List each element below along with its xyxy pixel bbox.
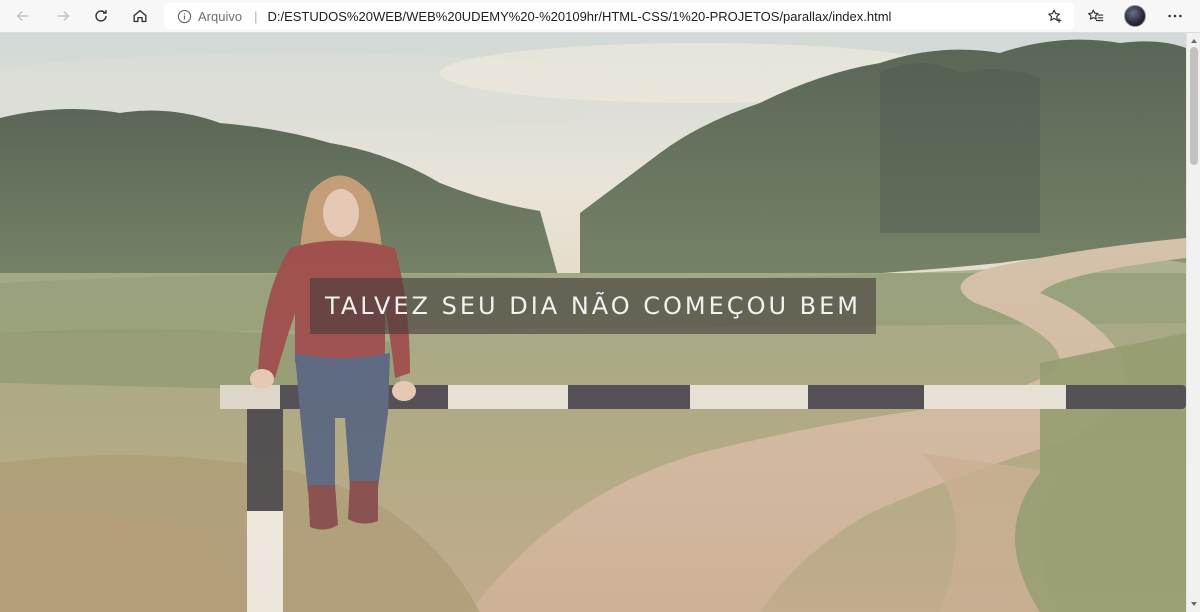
scroll-up-icon[interactable] [1190, 37, 1198, 45]
refresh-button[interactable] [88, 4, 114, 28]
address-bar[interactable]: Arquivo | D:/ESTUDOS%20WEB/WEB%20UDEMY%2… [164, 3, 1074, 29]
home-button[interactable] [127, 4, 153, 28]
add-favorite-icon [1048, 9, 1062, 23]
hero-section: TALVEZ SEU DIA NÃO COMEÇOU BEM [0, 33, 1186, 612]
scroll-thumb[interactable] [1190, 47, 1198, 165]
more-button[interactable] [1162, 4, 1188, 28]
hero-headline: TALVEZ SEU DIA NÃO COMEÇOU BEM [310, 278, 876, 334]
back-button[interactable] [10, 4, 36, 28]
forward-icon [57, 10, 70, 22]
add-favorite-button[interactable] [1042, 4, 1068, 28]
favorites-icon [1088, 9, 1104, 22]
home-icon [133, 9, 147, 23]
site-info-label[interactable]: Arquivo [198, 9, 242, 24]
url-text[interactable]: D:/ESTUDOS%20WEB/WEB%20UDEMY%20-%20109hr… [267, 9, 891, 24]
address-separator: | [254, 8, 258, 24]
profile-avatar[interactable] [1124, 5, 1146, 27]
page-viewport: TALVEZ SEU DIA NÃO COMEÇOU BEM [0, 33, 1186, 612]
more-icon [1168, 14, 1182, 18]
page-scrollbar[interactable] [1186, 33, 1200, 612]
favorites-button[interactable] [1083, 4, 1109, 28]
back-icon [16, 10, 29, 22]
info-icon[interactable] [176, 8, 192, 24]
scroll-down-icon[interactable] [1190, 600, 1198, 608]
forward-button[interactable] [50, 4, 76, 28]
refresh-icon [95, 10, 107, 22]
browser-toolbar: Arquivo | D:/ESTUDOS%20WEB/WEB%20UDEMY%2… [0, 0, 1200, 33]
